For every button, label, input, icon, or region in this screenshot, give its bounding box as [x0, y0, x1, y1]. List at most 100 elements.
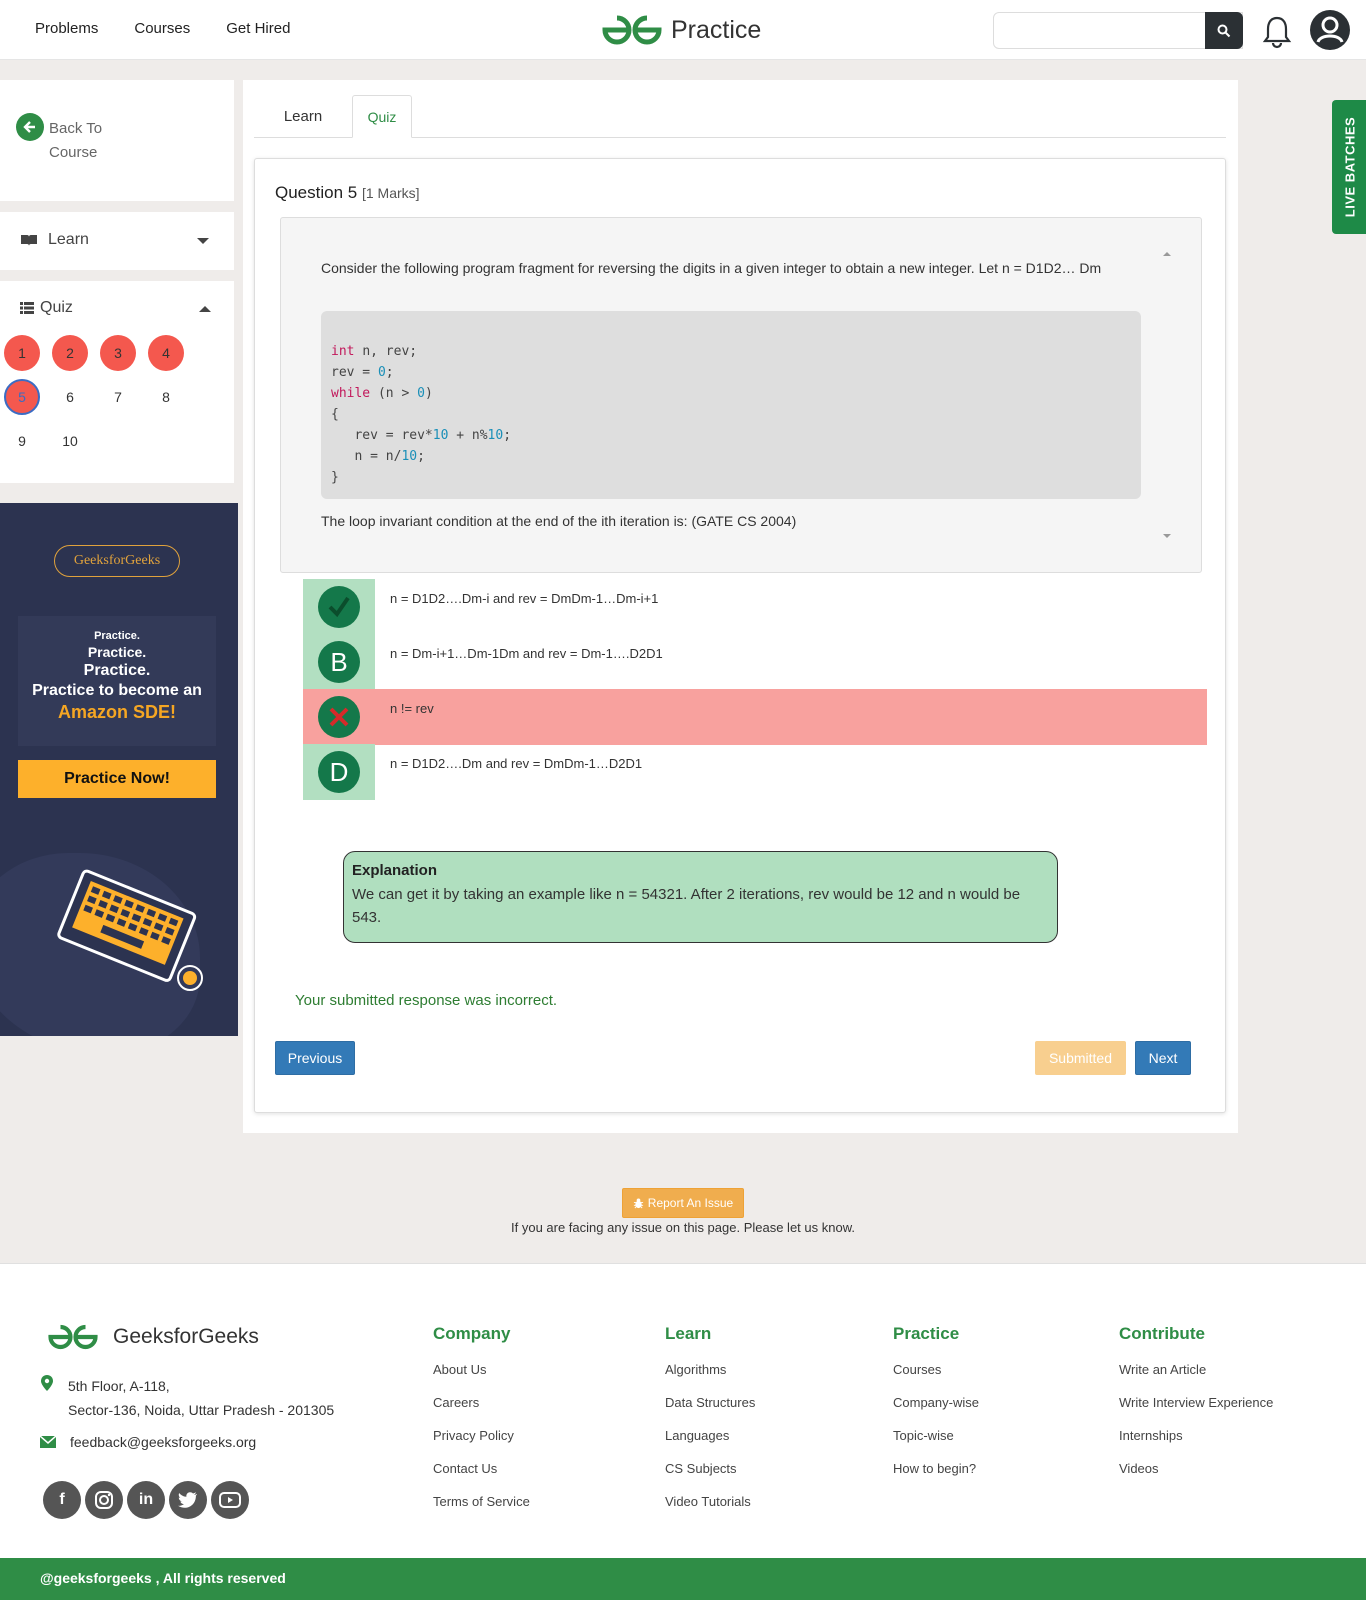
footer-link[interactable]: Data Structures	[665, 1395, 755, 1413]
question-number: Question 5	[275, 183, 358, 202]
tab-quiz[interactable]: Quiz	[352, 95, 412, 138]
question-number-button[interactable]: 2	[52, 335, 88, 371]
brand-logo[interactable]: Practice	[601, 12, 761, 48]
social-links: f in	[43, 1481, 249, 1519]
question-number-button[interactable]: 4	[148, 335, 184, 371]
footer-column-heading: Contribute	[1119, 1324, 1205, 1343]
option-text: n = D1D2….Dm and rev = DmDm-1…D2D1	[390, 756, 643, 771]
question-number-button[interactable]: 10	[52, 423, 88, 459]
explanation-box: Explanation We can get it by taking an e…	[343, 851, 1058, 943]
live-batches-tab[interactable]: LIVE BATCHES	[1332, 100, 1366, 234]
footer-link[interactable]: Contact Us	[433, 1461, 530, 1479]
footer-link[interactable]: Terms of Service	[433, 1494, 530, 1512]
answer-option-c[interactable]: n != rev	[303, 689, 1207, 745]
footer-link[interactable]: Company-wise	[893, 1395, 979, 1413]
facebook-icon[interactable]: f	[43, 1481, 81, 1519]
ad-line: Practice.	[83, 662, 151, 679]
twitter-icon[interactable]	[169, 1481, 207, 1519]
question-intro: Consider the following program fragment …	[321, 260, 1102, 276]
footer-brand-name: GeeksforGeeks	[113, 1325, 259, 1348]
scroll-up-icon[interactable]	[1163, 252, 1171, 256]
footer-link[interactable]: Write an Article	[1119, 1362, 1273, 1380]
question-number-button[interactable]: 1	[4, 335, 40, 371]
scroll-down-icon[interactable]	[1163, 534, 1171, 538]
gfg-logo-icon	[48, 1324, 98, 1350]
chevron-down-icon[interactable]	[197, 238, 209, 244]
report-issue-button[interactable]: Report An Issue	[622, 1188, 744, 1218]
notification-bell-icon[interactable]	[1261, 15, 1293, 49]
option-letter: D	[318, 751, 360, 793]
question-card: Question 5 [1 Marks] Consider the follow…	[254, 158, 1226, 1113]
next-button[interactable]: Next	[1135, 1041, 1191, 1075]
footer-link[interactable]: Courses	[893, 1362, 979, 1380]
footer-column: Practice Courses Company-wise Topic-wise How…	[893, 1324, 979, 1494]
report-note: If you are facing any issue on this page…	[511, 1220, 855, 1235]
back-to-course-label[interactable]: Back To Course	[49, 117, 139, 165]
practice-now-button[interactable]: Practice Now!	[18, 760, 216, 798]
promo-banner[interactable]: GeeksforGeeks Practice. Practice. Practi…	[0, 503, 238, 1036]
footer-link[interactable]: Internships	[1119, 1428, 1273, 1446]
content-tabs: Learn Quiz	[254, 95, 1226, 138]
brand-text: Practice	[671, 15, 762, 44]
nav-link-problems[interactable]: Problems	[35, 20, 98, 37]
answer-option-a[interactable]: n = D1D2….Dm-i and rev = DmDm-1…Dm-i+1	[303, 579, 1207, 635]
search-button[interactable]	[1205, 12, 1243, 49]
question-number-button[interactable]: 5	[4, 379, 40, 415]
ad-line: Practice to become an	[32, 682, 202, 699]
question-number-button[interactable]: 3	[100, 335, 136, 371]
youtube-icon[interactable]	[211, 1481, 249, 1519]
footer-link[interactable]: Careers	[433, 1395, 530, 1413]
footer-link[interactable]: How to begin?	[893, 1461, 979, 1479]
ad-line: Practice.	[87, 644, 147, 660]
sidebar-learn-section[interactable]: Learn	[0, 212, 234, 270]
option-badge: D	[303, 744, 375, 800]
option-badge	[303, 689, 375, 745]
back-to-course-card[interactable]: Back To Course	[0, 80, 234, 201]
footer-link[interactable]: Video Tutorials	[665, 1494, 755, 1512]
answer-option-b[interactable]: B n = Dm-i+1…Dm-1Dm and rev = Dm-1….D2D1	[303, 634, 1207, 690]
sidebar-learn-label: Learn	[48, 231, 89, 248]
footer-link[interactable]: Algorithms	[665, 1362, 755, 1380]
option-text: n = D1D2….Dm-i and rev = DmDm-1…Dm-i+1	[390, 591, 659, 606]
chevron-up-icon[interactable]	[199, 306, 211, 312]
nav-links: Problems Courses Get Hired	[35, 20, 290, 37]
back-arrow-icon[interactable]	[16, 113, 44, 141]
question-number-button[interactable]: 8	[148, 379, 184, 415]
check-icon	[328, 596, 350, 618]
footer-link[interactable]: About Us	[433, 1362, 530, 1380]
mail-icon	[40, 1436, 56, 1448]
footer-link[interactable]: Privacy Policy	[433, 1428, 530, 1446]
footer-link[interactable]: Write Interview Experience	[1119, 1395, 1273, 1413]
ad-highlight: Amazon SDE!	[57, 702, 176, 722]
answer-option-d[interactable]: D n = D1D2….Dm and rev = DmDm-1…D2D1	[303, 744, 1207, 800]
footer-column: Company About Us Careers Privacy Policy Cont…	[433, 1324, 530, 1527]
footer-link[interactable]: Videos	[1119, 1461, 1273, 1479]
question-number-button[interactable]: 7	[100, 379, 136, 415]
tab-learn[interactable]: Learn	[264, 95, 342, 138]
user-avatar[interactable]	[1310, 10, 1350, 50]
book-icon	[21, 235, 37, 246]
question-number-button[interactable]: 6	[52, 379, 88, 415]
footer-link[interactable]: CS Subjects	[665, 1461, 755, 1479]
nav-link-get-hired[interactable]: Get Hired	[226, 20, 290, 37]
option-badge: B	[303, 634, 375, 690]
cross-icon	[329, 707, 349, 727]
footer-link[interactable]: Topic-wise	[893, 1428, 979, 1446]
footer-address: 5th Floor, A-118, Sector-136, Noida, Utt…	[40, 1374, 334, 1422]
linkedin-icon[interactable]: in	[127, 1481, 165, 1519]
sidebar-quiz-section: Quiz 1 2 3 4 5 6 7 8 9 10	[0, 281, 234, 483]
previous-button[interactable]: Previous	[275, 1041, 355, 1075]
footer-brand[interactable]: GeeksforGeeks	[43, 1322, 259, 1352]
ad-line: Practice.	[94, 630, 140, 642]
email-text: feedback@geeksforgeeks.org	[70, 1434, 257, 1450]
ad-brand: GeeksforGeeks	[54, 545, 180, 577]
question-number-button[interactable]: 9	[4, 423, 40, 459]
footer-link[interactable]: Languages	[665, 1428, 755, 1446]
nav-link-courses[interactable]: Courses	[134, 20, 190, 37]
option-letter: B	[318, 641, 360, 683]
sidebar-quiz-header[interactable]: Quiz	[20, 299, 73, 317]
instagram-icon[interactable]	[85, 1481, 123, 1519]
footer-email[interactable]: feedback@geeksforgeeks.org	[40, 1434, 256, 1450]
submitted-button[interactable]: Submitted	[1035, 1041, 1126, 1075]
question-body[interactable]: Consider the following program fragment …	[280, 217, 1202, 573]
